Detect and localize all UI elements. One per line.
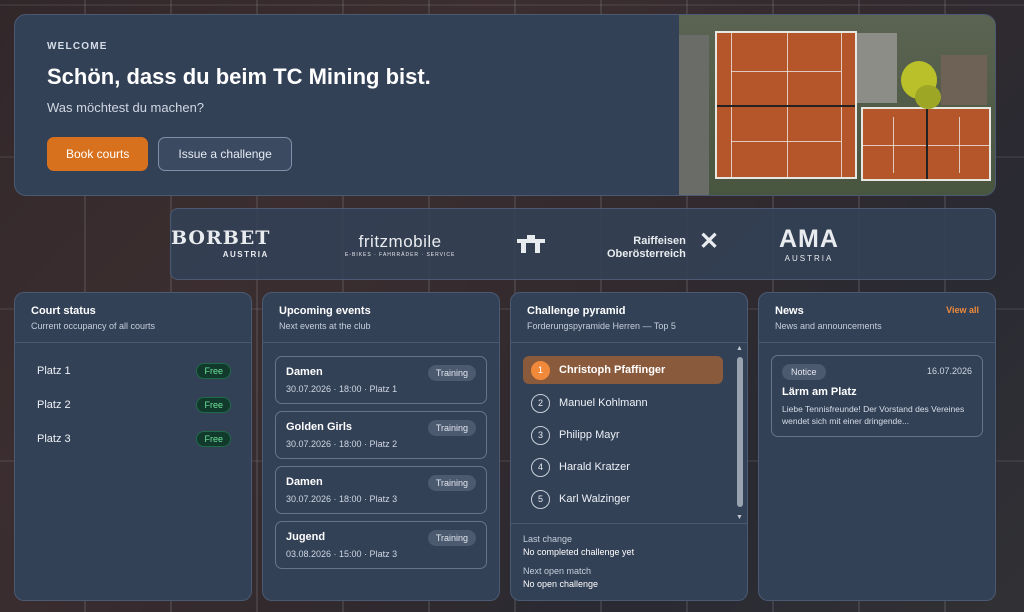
sponsor-borbet-name: BORBET (171, 227, 271, 249)
hero-subtitle: Was möchtest du machen? (47, 100, 205, 115)
issue-challenge-button[interactable]: Issue a challenge (158, 137, 292, 171)
pyramid-footer: Last change No completed challenge yet N… (511, 523, 747, 599)
rank-badge: 1 (531, 360, 550, 380)
card-subtitle: Forderungspyramide Herren — Top 5 (527, 321, 676, 331)
player-name: Philipp Mayr (559, 429, 620, 441)
rank-badge: 5 (531, 489, 550, 509)
event-name: Golden Girls (286, 421, 353, 433)
event-name: Jugend (286, 531, 326, 543)
event-item[interactable]: Damen 30.07.2026 · 18:00 · Platz 3 Train… (275, 466, 487, 514)
next-match-value: No open challenge (523, 579, 599, 589)
court-row-platz-3[interactable]: Platz 3 Free (37, 429, 231, 449)
sponsor-borbet-sub: AUSTRIA (222, 250, 269, 259)
hero-text: WELCOME Schön, dass du beim TC Mining bi… (47, 41, 431, 171)
rank-badge: 4 (531, 457, 550, 477)
sponsor-raiffeisen-logo[interactable]: Raiffeisen Oberösterreich (607, 235, 686, 260)
card-header: Challenge pyramid Forderungspyramide Her… (511, 293, 747, 343)
player-name: Manuel Kohlmann (559, 397, 648, 409)
court-name: Platz 3 (37, 433, 71, 445)
upcoming-events-card: Upcoming events Next events at the club … (262, 292, 500, 601)
event-tag: Training (427, 365, 476, 381)
sponsor-raiffeisen-line2: Oberösterreich (607, 247, 686, 260)
player-name: Harald Kratzer (559, 461, 630, 473)
challenge-pyramid-card: Challenge pyramid Forderungspyramide Her… (510, 292, 748, 601)
sponsor-raiffeisen-line1: Raiffeisen (633, 235, 686, 247)
event-item[interactable]: Damen 30.07.2026 · 18:00 · Platz 1 Train… (275, 356, 487, 404)
pyramid-player-row[interactable]: 5 Karl Walzinger (523, 485, 723, 513)
hero-actions: Book courts Issue a challenge (47, 137, 431, 171)
scroll-down-icon[interactable]: ▼ (736, 514, 743, 521)
pyramid-player-row[interactable]: 4 Harald Kratzer (523, 453, 723, 481)
sponsor-ama-logo[interactable]: AMA AUSTRIA (779, 227, 839, 263)
event-tag: Training (427, 475, 476, 491)
last-change-label: Last change (523, 534, 573, 544)
event-tag: Training (427, 420, 476, 436)
event-meta: 03.08.2026 · 15:00 · Platz 3 (286, 549, 398, 559)
status-badge: Free (196, 431, 231, 447)
court-name: Platz 2 (37, 399, 71, 411)
news-item[interactable]: Notice 16.07.2026 Lärm am Platz Liebe Te… (771, 355, 983, 437)
pyramid-player-row[interactable]: 1 Christoph Pfaffinger (523, 356, 723, 384)
court-row-platz-1[interactable]: Platz 1 Free (37, 361, 231, 381)
court-status-card: Court status Current occupancy of all co… (14, 292, 252, 601)
news-title: Lärm am Platz (782, 386, 857, 398)
hero-court-aerial-image (679, 15, 995, 195)
scroll-up-icon[interactable]: ▲ (736, 345, 743, 352)
status-badge: Free (196, 397, 231, 413)
hero-title: Schön, dass du beim TC Mining bist. (47, 64, 431, 89)
card-title: Challenge pyramid (527, 305, 626, 317)
pyramid-player-row[interactable]: 3 Philipp Mayr (523, 421, 723, 449)
sponsor-banner: BORBET AUSTRIA fritzmobile E-BIKES · FAH… (170, 208, 996, 280)
news-tag: Notice (782, 364, 826, 380)
event-item[interactable]: Golden Girls 30.07.2026 · 18:00 · Platz … (275, 411, 487, 459)
sponsor-fritz-name: fritzmobile (358, 232, 442, 251)
pyramid-player-row[interactable]: 2 Manuel Kohlmann (523, 389, 723, 417)
pyramid-scrollbar[interactable]: ▲ ▼ (735, 345, 745, 521)
news-date: 16.07.2026 (926, 366, 972, 376)
card-header: Upcoming events Next events at the club (263, 293, 499, 343)
last-change-value: No completed challenge yet (523, 547, 635, 557)
next-match-label: Next open match (523, 566, 592, 576)
rank-badge: 3 (531, 425, 550, 445)
event-name: Damen (286, 476, 323, 488)
raiffeisen-cross-icon: ✕ (699, 228, 720, 255)
event-item[interactable]: Jugend 03.08.2026 · 15:00 · Platz 3 Trai… (275, 521, 487, 569)
card-title: Court status (31, 305, 96, 317)
sponsor-borbet-logo[interactable]: BORBET AUSTRIA (171, 229, 270, 259)
event-meta: 30.07.2026 · 18:00 · Platz 2 (286, 439, 398, 449)
sponsor-ama-name: AMA (779, 225, 839, 253)
sponsor-emblem-logo[interactable] (515, 233, 547, 255)
news-body: Liebe Tennisfreunde! Der Vorstand des Ve… (782, 404, 965, 427)
welcome-hero: WELCOME Schön, dass du beim TC Mining bi… (14, 14, 996, 196)
card-subtitle: Current occupancy of all courts (31, 321, 156, 331)
sponsor-fritz-sub: E-BIKES · FAHRRÄDER · SERVICE (345, 252, 456, 258)
card-subtitle: Next events at the club (279, 321, 371, 331)
player-name: Karl Walzinger (559, 493, 631, 505)
emblem-icon (517, 235, 545, 253)
book-courts-button[interactable]: Book courts (47, 137, 149, 171)
card-subtitle: News and announcements (775, 321, 882, 331)
view-all-link[interactable]: View all (946, 305, 979, 315)
event-tag: Training (427, 530, 476, 546)
court-row-platz-2[interactable]: Platz 2 Free (37, 395, 231, 415)
status-badge: Free (196, 363, 231, 379)
sponsor-ama-sub: AUSTRIA (784, 254, 834, 263)
event-meta: 30.07.2026 · 18:00 · Platz 3 (286, 494, 398, 504)
rank-badge: 2 (531, 393, 550, 413)
news-card: News News and announcements View all Not… (758, 292, 996, 601)
sponsor-fritzmobile-logo[interactable]: fritzmobile E-BIKES · FAHRRÄDER · SERVIC… (345, 233, 455, 258)
event-meta: 30.07.2026 · 18:00 · Platz 1 (286, 384, 398, 394)
event-name: Damen (286, 366, 323, 378)
card-header: Court status Current occupancy of all co… (15, 293, 251, 343)
court-name: Platz 1 (37, 365, 71, 377)
card-title: Upcoming events (279, 305, 371, 317)
scrollbar-thumb[interactable] (737, 357, 743, 507)
hero-eyebrow: WELCOME (47, 41, 108, 52)
card-header: News News and announcements View all (759, 293, 995, 343)
player-name: Christoph Pfaffinger (559, 364, 666, 376)
